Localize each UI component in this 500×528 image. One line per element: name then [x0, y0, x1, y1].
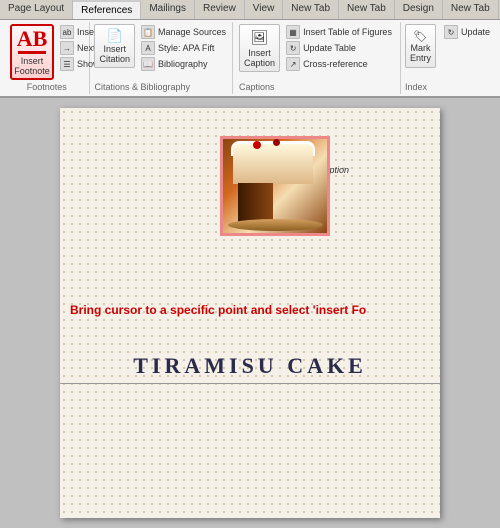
- tab-design[interactable]: Design: [395, 0, 443, 19]
- bibliography-icon: 📖: [141, 57, 155, 71]
- style-icon: A: [141, 41, 155, 55]
- instruction-text: Bring cursor to a specific point and sel…: [70, 303, 430, 317]
- cake-image: [223, 139, 327, 233]
- insert-table-of-figures-button[interactable]: ▦ Insert Table of Figures: [284, 24, 394, 40]
- style-dropdown[interactable]: A Style: APA Fift: [139, 40, 228, 56]
- cake-berry2: [273, 139, 280, 146]
- tab-newtab3[interactable]: New Tab: [443, 0, 499, 19]
- tab-mailings[interactable]: Mailings: [141, 0, 195, 19]
- bibliography-button[interactable]: 📖 Bibliography: [139, 56, 228, 72]
- tab-review[interactable]: Review: [195, 0, 245, 19]
- insert-citation-button[interactable]: 📄 InsertCitation: [94, 24, 135, 68]
- captions-group-label: Captions: [239, 80, 394, 92]
- update-table-label: Update Table: [303, 43, 356, 53]
- next-footnote-icon: →: [60, 41, 74, 55]
- tab-references[interactable]: References: [73, 0, 141, 19]
- style-label: Style: APA Fift: [158, 43, 214, 53]
- captions-group: 🖼 InsertCaption ▦ Insert Table of Figure…: [233, 22, 401, 94]
- tab-view[interactable]: View: [245, 0, 284, 19]
- footnote-line-icon: [18, 51, 46, 54]
- tab-newtab1[interactable]: New Tab: [283, 0, 339, 19]
- update-index-button[interactable]: ↻ Update: [442, 24, 492, 40]
- citations-group-label: Citations & Bibliography: [94, 80, 228, 92]
- cross-reference-label: Cross-reference: [303, 59, 368, 69]
- insert-table-figures-label: Insert Table of Figures: [303, 27, 392, 37]
- insert-citation-label: InsertCitation: [99, 44, 130, 64]
- cross-reference-icon: ↗: [286, 57, 300, 71]
- endnote-icon: ab: [60, 25, 74, 39]
- ribbon-tab-bar: Page Layout References Mailings Review V…: [0, 0, 500, 20]
- update-index-label: Update: [461, 27, 490, 37]
- update-table-icon: ↻: [286, 41, 300, 55]
- document-page[interactable]: Caption Bring cursor to a specific point…: [60, 108, 440, 518]
- citations-group: 📄 InsertCitation 📋 Manage Sources A Styl…: [90, 22, 233, 94]
- mark-entry-icon: 🏷: [413, 30, 427, 43]
- ribbon-body: AB InsertFootnote ab Insert Endnote → Ne…: [0, 20, 500, 98]
- show-notes-icon: ☰: [60, 57, 74, 71]
- mark-entry-label: MarkEntry: [410, 43, 431, 63]
- ab-icon: AB: [17, 28, 48, 50]
- index-group-label: Index: [405, 80, 492, 92]
- citation-icon: 📄: [107, 28, 123, 44]
- caption-icon: 🖼: [251, 29, 269, 46]
- cross-reference-button[interactable]: ↗ Cross-reference: [284, 56, 394, 72]
- ribbon: Page Layout References Mailings Review V…: [0, 0, 500, 98]
- cake-plate: [228, 219, 323, 231]
- tab-newtab2[interactable]: New Tab: [339, 0, 395, 19]
- mark-entry-button[interactable]: 🏷 MarkEntry: [405, 24, 436, 68]
- document-image-frame[interactable]: [220, 136, 330, 236]
- update-index-icon: ↻: [444, 25, 458, 39]
- bibliography-label: Bibliography: [158, 59, 208, 69]
- document-title[interactable]: TIRAMISU CAKE: [60, 353, 440, 384]
- tab-page-layout[interactable]: Page Layout: [0, 0, 73, 19]
- footnotes-group-label: Footnotes: [27, 80, 67, 92]
- index-group: 🏷 MarkEntry ↻ Update Index: [401, 22, 496, 94]
- captions-small-buttons: ▦ Insert Table of Figures ↻ Update Table…: [284, 24, 394, 72]
- update-table-button[interactable]: ↻ Update Table: [284, 40, 394, 56]
- insert-caption-button[interactable]: 🖼 InsertCaption: [239, 24, 280, 72]
- manage-sources-label: Manage Sources: [158, 27, 226, 37]
- manage-sources-button[interactable]: 📋 Manage Sources: [139, 24, 228, 40]
- manage-sources-icon: 📋: [141, 25, 155, 39]
- insert-caption-btn-label: InsertCaption: [244, 48, 275, 68]
- footnotes-group: AB InsertFootnote ab Insert Endnote → Ne…: [4, 22, 90, 94]
- table-of-figures-icon: ▦: [286, 25, 300, 39]
- insert-footnote-label: InsertFootnote: [14, 56, 50, 76]
- document-area: Caption Bring cursor to a specific point…: [0, 98, 500, 528]
- footnotes-group-content: AB InsertFootnote ab Insert Endnote → Ne…: [10, 24, 83, 80]
- cake-top: [233, 144, 313, 184]
- cake-berry1: [253, 141, 261, 149]
- insert-footnote-button[interactable]: AB InsertFootnote: [10, 24, 54, 80]
- captions-content: 🖼 InsertCaption ▦ Insert Table of Figure…: [239, 24, 394, 80]
